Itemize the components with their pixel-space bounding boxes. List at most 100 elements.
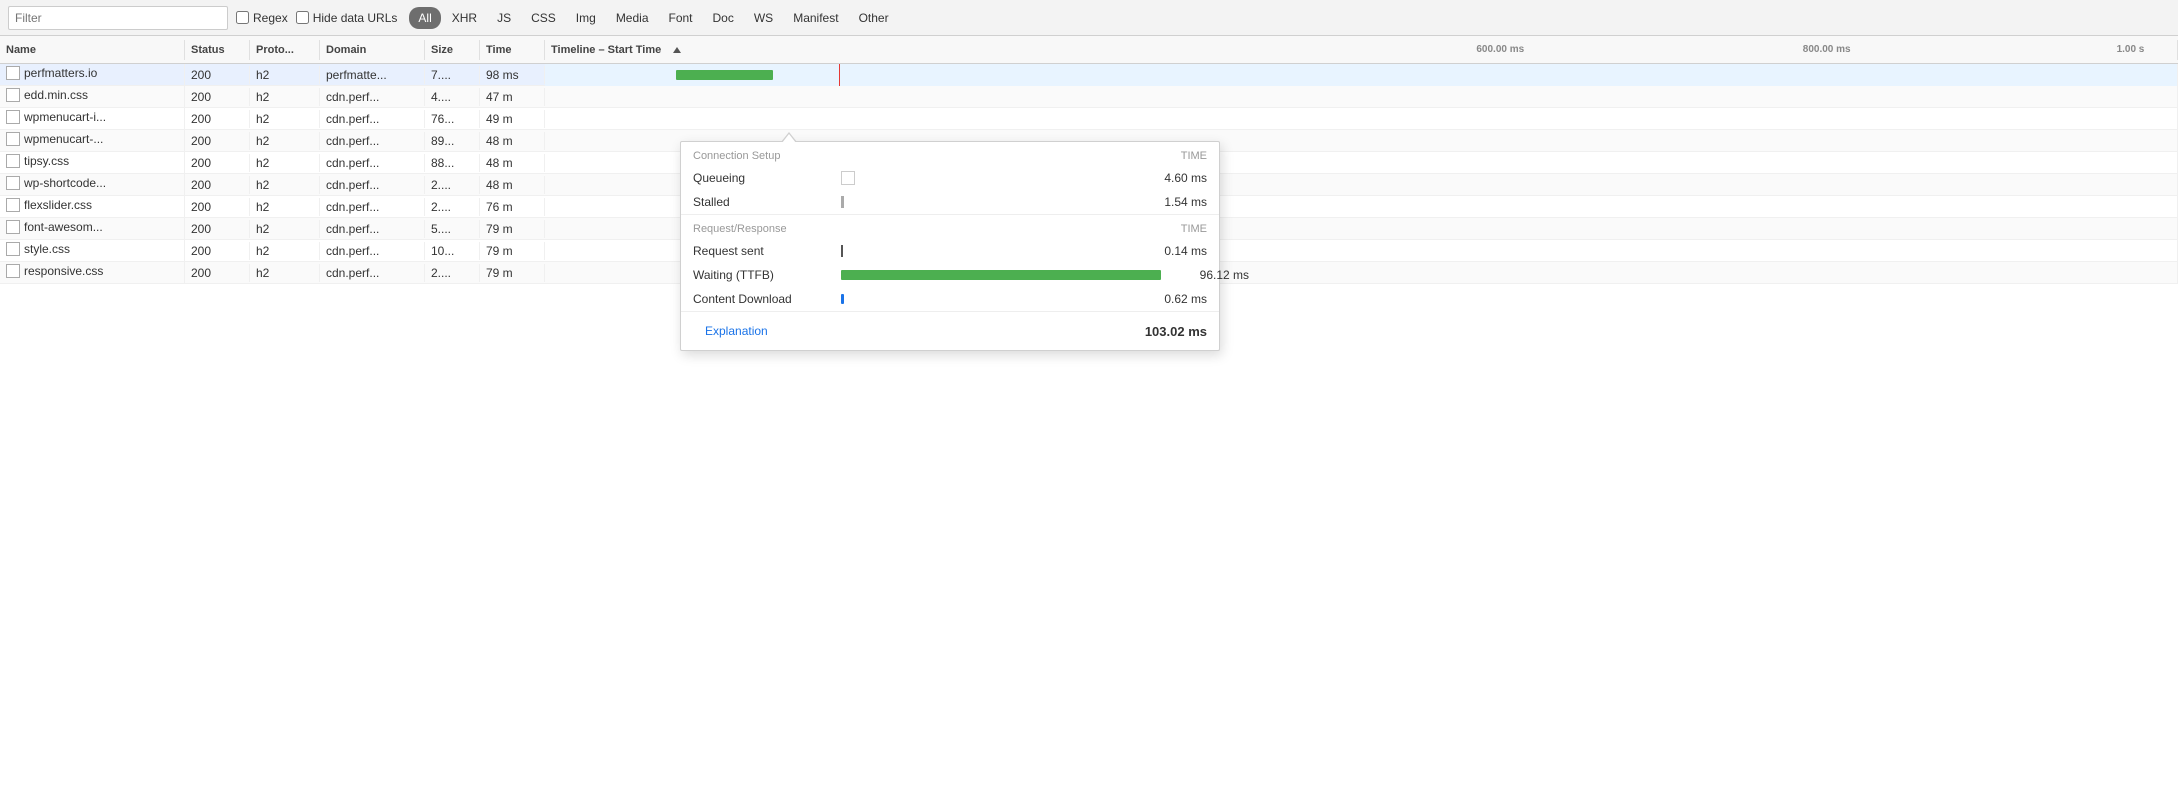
row-size: 4....	[425, 88, 480, 106]
row-status: 200	[185, 110, 250, 128]
row-status: 200	[185, 198, 250, 216]
filter-btn-all[interactable]: All	[409, 7, 440, 29]
request-sent-bar-area	[841, 243, 1119, 259]
row-time: 79 m	[480, 264, 545, 282]
row-domain: cdn.perf...	[320, 110, 425, 128]
row-proto: h2	[250, 264, 320, 282]
row-status: 200	[185, 88, 250, 106]
filter-btn-js[interactable]: JS	[488, 7, 520, 29]
filter-btn-doc[interactable]: Doc	[704, 7, 743, 29]
row-domain: cdn.perf...	[320, 176, 425, 194]
row-status: 200	[185, 176, 250, 194]
waiting-ttfb-label: Waiting (TTFB)	[693, 268, 833, 282]
filter-btn-ws[interactable]: WS	[745, 7, 782, 29]
waiting-ttfb-time: 96.12 ms	[1169, 268, 1249, 282]
row-proto: h2	[250, 198, 320, 216]
regex-checkbox[interactable]	[236, 11, 249, 24]
filter-btn-media[interactable]: Media	[607, 7, 658, 29]
file-icon	[6, 88, 20, 102]
col-header-timeline[interactable]: Timeline – Start Time 600.00 ms 800.00 m…	[545, 40, 2178, 60]
row-domain: cdn.perf...	[320, 242, 425, 260]
row-domain: cdn.perf...	[320, 198, 425, 216]
col-header-size[interactable]: Size	[425, 40, 480, 60]
popup-content-download-row: Content Download 0.62 ms	[681, 287, 1219, 311]
waiting-ttfb-bar	[841, 270, 1161, 280]
row-status: 200	[185, 220, 250, 238]
row-name: tipsy.css	[0, 152, 185, 173]
col-header-name[interactable]: Name	[0, 40, 185, 60]
row-domain: cdn.perf...	[320, 132, 425, 150]
col-header-domain[interactable]: Domain	[320, 40, 425, 60]
timing-popup: Connection Setup TIME Queueing 4.60 ms S…	[680, 141, 1220, 351]
row-proto: h2	[250, 176, 320, 194]
filter-btn-xhr[interactable]: XHR	[443, 7, 486, 29]
row-time: 49 m	[480, 110, 545, 128]
hide-data-urls-checkbox[interactable]	[296, 11, 309, 24]
filter-input[interactable]	[8, 6, 228, 30]
file-icon	[6, 110, 20, 124]
row-proto: h2	[250, 242, 320, 260]
timeline-header-title: Timeline – Start Time	[551, 44, 661, 56]
row-proto: h2	[250, 132, 320, 150]
queueing-label: Queueing	[693, 171, 833, 185]
content-download-bar	[841, 294, 844, 304]
popup-arrow	[781, 132, 797, 142]
request-sent-bar-stub	[841, 245, 843, 257]
red-line	[839, 64, 840, 86]
row-domain: cdn.perf...	[320, 88, 425, 106]
row-proto: h2	[250, 88, 320, 106]
file-icon	[6, 264, 20, 278]
popup-request-sent-row: Request sent 0.14 ms	[681, 239, 1219, 263]
row-size: 7....	[425, 66, 480, 84]
row-name: wpmenucart-...	[0, 130, 185, 151]
connection-setup-time-header: TIME	[1181, 150, 1207, 162]
content-download-label: Content Download	[693, 292, 833, 306]
row-time: 79 m	[480, 220, 545, 238]
row-size: 10...	[425, 242, 480, 260]
row-time: 47 m	[480, 88, 545, 106]
row-name: edd.min.css	[0, 86, 185, 107]
row-size: 2....	[425, 176, 480, 194]
row-size: 2....	[425, 198, 480, 216]
row-proto: h2	[250, 154, 320, 172]
filter-btn-manifest[interactable]: Manifest	[784, 7, 847, 29]
stalled-bar-stub	[841, 196, 844, 208]
row-status: 200	[185, 154, 250, 172]
file-icon	[6, 198, 20, 212]
content-download-time: 0.62 ms	[1127, 292, 1207, 306]
row-status: 200	[185, 66, 250, 84]
queueing-bar-area	[841, 170, 1119, 186]
row-timeline	[545, 86, 2178, 108]
col-header-proto[interactable]: Proto...	[250, 40, 320, 60]
explanation-link[interactable]: Explanation	[693, 316, 780, 346]
col-header-time[interactable]: Time	[480, 40, 545, 60]
file-icon	[6, 132, 20, 146]
request-sent-label: Request sent	[693, 244, 833, 258]
filter-btn-other[interactable]: Other	[850, 7, 898, 29]
timeline-bar	[676, 70, 774, 80]
row-domain: cdn.perf...	[320, 154, 425, 172]
row-time: 48 m	[480, 132, 545, 150]
table-row[interactable]: perfmatters.io 200 h2 perfmatte... 7....…	[0, 64, 2178, 86]
table-row[interactable]: edd.min.css 200 h2 cdn.perf... 4.... 47 …	[0, 86, 2178, 108]
tl-label-800: 800.00 ms	[1803, 44, 1851, 55]
row-size: 5....	[425, 220, 480, 238]
queueing-bar-stub	[841, 171, 855, 185]
tl-label-1s: 1.00 s	[2117, 44, 2145, 55]
row-proto: h2	[250, 220, 320, 238]
queueing-time: 4.60 ms	[1127, 171, 1207, 185]
file-icon	[6, 66, 20, 80]
col-header-status[interactable]: Status	[185, 40, 250, 60]
stalled-label: Stalled	[693, 195, 833, 209]
request-response-label: Request/Response	[693, 223, 787, 235]
filter-btn-font[interactable]: Font	[660, 7, 702, 29]
popup-queueing-row: Queueing 4.60 ms	[681, 166, 1219, 190]
row-domain: perfmatte...	[320, 66, 425, 84]
row-timeline	[545, 64, 2178, 86]
filter-btn-img[interactable]: Img	[567, 7, 605, 29]
table-row[interactable]: wpmenucart-i... 200 h2 cdn.perf... 76...…	[0, 108, 2178, 130]
request-response-time-header: TIME	[1181, 223, 1207, 235]
filter-btn-css[interactable]: CSS	[522, 7, 565, 29]
file-icon	[6, 154, 20, 168]
row-name: perfmatters.io	[0, 64, 185, 85]
